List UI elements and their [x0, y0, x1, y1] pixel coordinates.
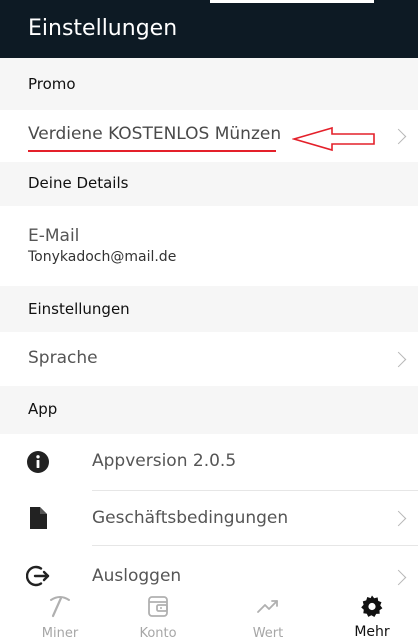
section-label: Deine Details — [28, 174, 129, 192]
app-version-row: Appversion 2.0.5 — [0, 434, 418, 490]
nav-label-miner: Miner — [41, 626, 79, 641]
email-row: E-Mail Tonykadoch@mail.de — [0, 206, 418, 286]
language-label: Sprache — [28, 348, 98, 368]
page-title: Einstellungen — [28, 16, 178, 41]
section-header-app: App — [0, 386, 418, 434]
settings-screen: Einstellungen Promo Verdiene KOSTENLOS M… — [0, 0, 418, 644]
nav-item-mehr[interactable]: Mehr — [332, 592, 412, 644]
language-row[interactable]: Sprache — [0, 332, 418, 386]
nav-item-konto[interactable]: Konto — [118, 592, 198, 644]
pickaxe-icon — [50, 596, 70, 618]
app-header: Einstellungen — [0, 0, 418, 58]
nav-label-wert: Wert — [252, 626, 284, 641]
info-icon — [27, 451, 49, 473]
chevron-right-icon — [390, 128, 407, 145]
nav-item-wert[interactable]: Wert — [228, 592, 308, 644]
wallet-icon — [148, 596, 168, 617]
nav-label-mehr: Mehr — [354, 624, 390, 640]
section-label: App — [28, 400, 58, 418]
section-header-settings: Einstellungen — [0, 286, 418, 332]
email-value: Tonykadoch@mail.de — [28, 249, 177, 265]
terms-row[interactable]: Geschäftsbedingungen — [0, 491, 418, 545]
annotation-underline — [28, 150, 276, 152]
gear-icon — [361, 595, 383, 617]
logout-row[interactable]: Ausloggen — [0, 546, 418, 592]
section-label: Promo — [28, 75, 76, 93]
document-icon — [30, 507, 47, 529]
chevron-right-icon — [390, 569, 407, 586]
annotation-arrow — [292, 126, 375, 152]
logout-label: Ausloggen — [92, 566, 182, 586]
section-header-promo: Promo — [0, 58, 418, 110]
terms-label: Geschäftsbedingungen — [92, 508, 289, 528]
chevron-right-icon — [390, 351, 407, 368]
logout-icon — [26, 565, 50, 587]
nav-label-konto: Konto — [139, 626, 177, 641]
section-label: Einstellungen — [28, 300, 130, 318]
trending-up-icon — [257, 600, 278, 613]
nav-item-miner[interactable]: Miner — [20, 592, 100, 644]
email-label: E-Mail — [28, 226, 80, 246]
earn-free-coins-label: Verdiene KOSTENLOS Münzen — [28, 124, 282, 144]
chevron-right-icon — [390, 510, 407, 527]
app-version-label: Appversion 2.0.5 — [92, 451, 237, 471]
section-header-details: Deine Details — [0, 162, 418, 206]
cropped-annotation-stroke — [210, 0, 374, 3]
bottom-navigation: Miner Konto Wert Mehr — [0, 592, 418, 644]
